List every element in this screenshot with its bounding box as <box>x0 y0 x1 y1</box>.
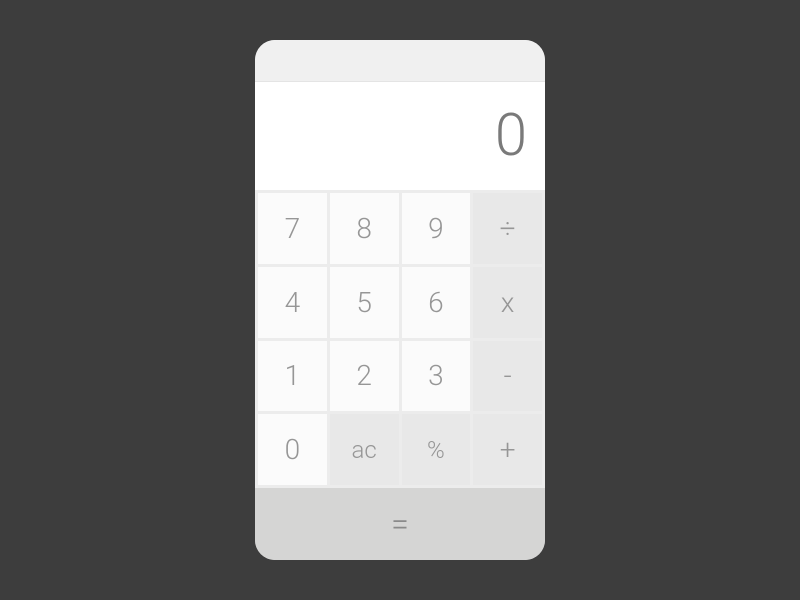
key-8[interactable]: 8 <box>330 193 399 264</box>
key-divide[interactable]: ÷ <box>473 193 542 264</box>
key-7[interactable]: 7 <box>258 193 327 264</box>
status-bar <box>255 40 545 82</box>
key-0[interactable]: 0 <box>258 414 327 485</box>
keypad: 7 8 9 ÷ 4 5 6 x 1 2 3 - 0 ac % + <box>255 190 545 488</box>
key-percent[interactable]: % <box>402 414 471 485</box>
key-add[interactable]: + <box>473 414 542 485</box>
key-equals[interactable]: = <box>255 488 545 560</box>
key-subtract[interactable]: - <box>473 341 542 412</box>
key-2[interactable]: 2 <box>330 341 399 412</box>
calculator: 0 7 8 9 ÷ 4 5 6 x 1 2 3 - 0 ac % + = <box>255 40 545 560</box>
key-multiply[interactable]: x <box>473 267 542 338</box>
key-5[interactable]: 5 <box>330 267 399 338</box>
key-4[interactable]: 4 <box>258 267 327 338</box>
key-6[interactable]: 6 <box>402 267 471 338</box>
key-9[interactable]: 9 <box>402 193 471 264</box>
display: 0 <box>255 82 545 190</box>
key-1[interactable]: 1 <box>258 341 327 412</box>
key-clear[interactable]: ac <box>330 414 399 485</box>
display-value: 0 <box>495 102 527 170</box>
key-3[interactable]: 3 <box>402 341 471 412</box>
